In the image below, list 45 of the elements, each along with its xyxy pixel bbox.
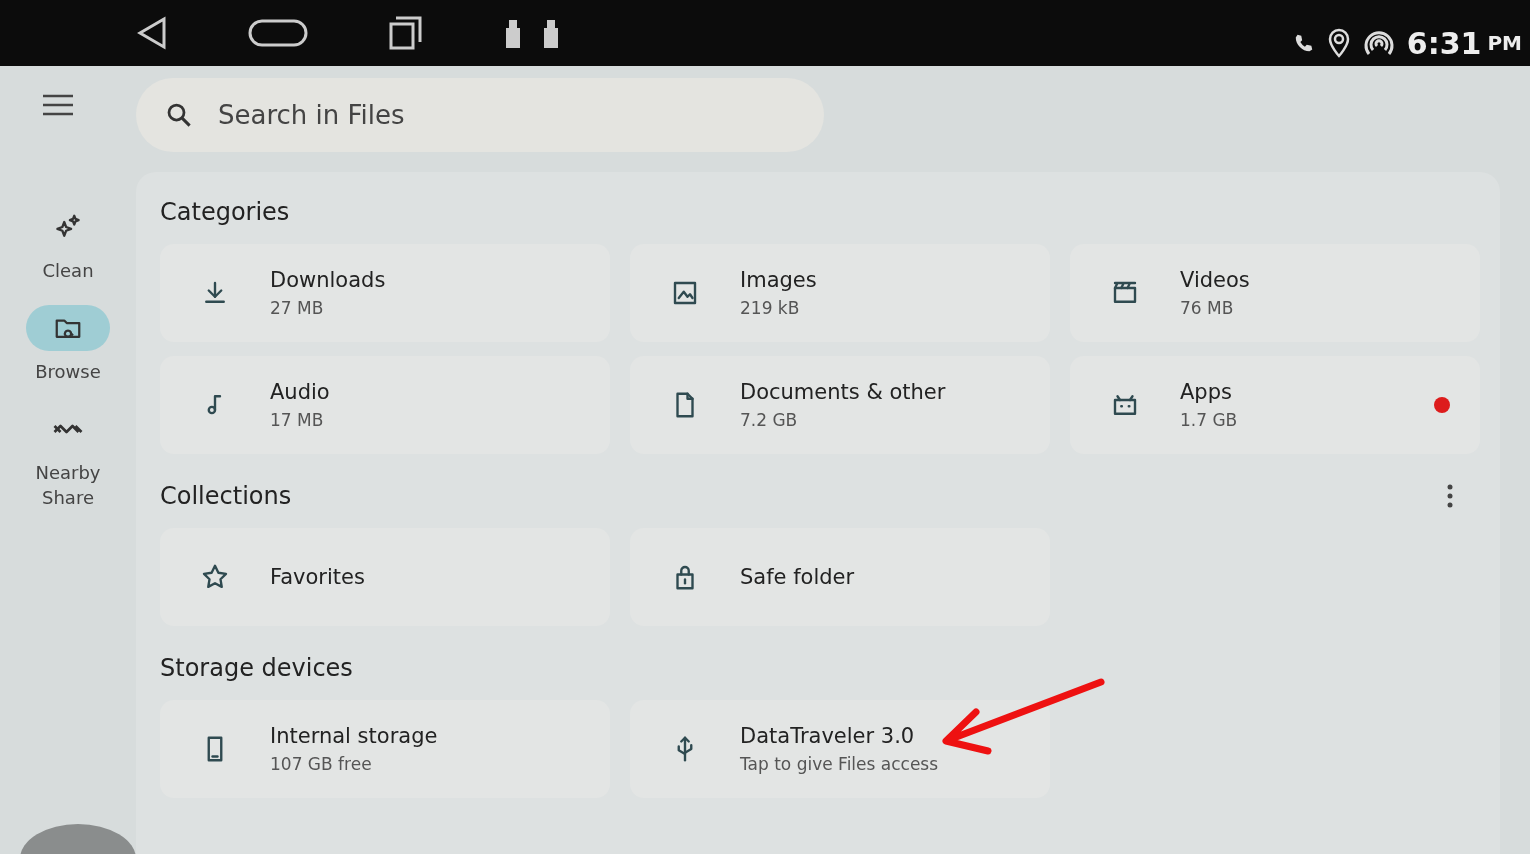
item-name: Documents & other [740,380,947,404]
recents-icon[interactable] [388,16,422,50]
item-name: Videos [1180,268,1251,292]
category-card[interactable]: Favorites [160,528,610,626]
nav-label[interactable]: Browse [23,359,113,384]
item-name: Downloads [270,268,387,292]
category-card[interactable]: Apps 1.7 GB [1070,356,1480,454]
item-detail: Tap to give Files access [740,754,940,774]
nav-label[interactable]: Nearby Share [23,460,113,510]
item-detail: 76 MB [1180,298,1235,318]
item-name: Apps [1180,380,1233,404]
location-pin-icon [1326,28,1351,58]
section-title: Collections [160,482,292,510]
nav-label[interactable]: Clean [23,258,113,283]
category-card[interactable]: Safe folder [630,528,1050,626]
section-title: Categories [160,198,290,226]
category-card[interactable]: Documents & other 7.2 GB [630,356,1050,454]
item-detail: 219 kB [740,298,801,318]
category-card[interactable]: Videos 76 MB [1070,244,1480,342]
clock-ampm: PM [1487,31,1522,55]
item-detail: 7.2 GB [740,410,799,430]
item-detail: 107 GB free [270,754,373,774]
item-name: DataTraveler 3.0 [740,724,916,748]
item-name: Internal storage [270,724,439,748]
menu-icon[interactable] [43,94,73,116]
search-field[interactable]: Search in Files [216,94,720,136]
back-icon[interactable] [136,16,168,50]
category-card[interactable]: Audio 17 MB [160,356,610,454]
more-options-icon[interactable] [1446,483,1454,509]
category-card[interactable]: Internal storage 107 GB free [160,700,610,798]
item-name: Images [740,268,818,292]
category-card[interactable]: Images 219 kB [630,244,1050,342]
clock-time: 6:31 [1406,25,1482,61]
item-detail: 27 MB [270,298,325,318]
item-detail: 1.7 GB [1180,410,1239,430]
search-bar[interactable]: Search in Files [136,78,824,152]
item-name: Safe folder [740,565,856,589]
item-name: Audio [270,380,331,404]
home-icon[interactable] [248,19,308,47]
category-card[interactable]: Downloads 27 MB [160,244,610,342]
selected-nav-pill[interactable] [26,305,110,351]
item-name: Favorites [270,565,366,589]
section-title: Storage devices [160,654,353,682]
category-card[interactable]: DataTraveler 3.0 Tap to give Files access [630,700,1050,798]
item-detail: 17 MB [270,410,325,430]
